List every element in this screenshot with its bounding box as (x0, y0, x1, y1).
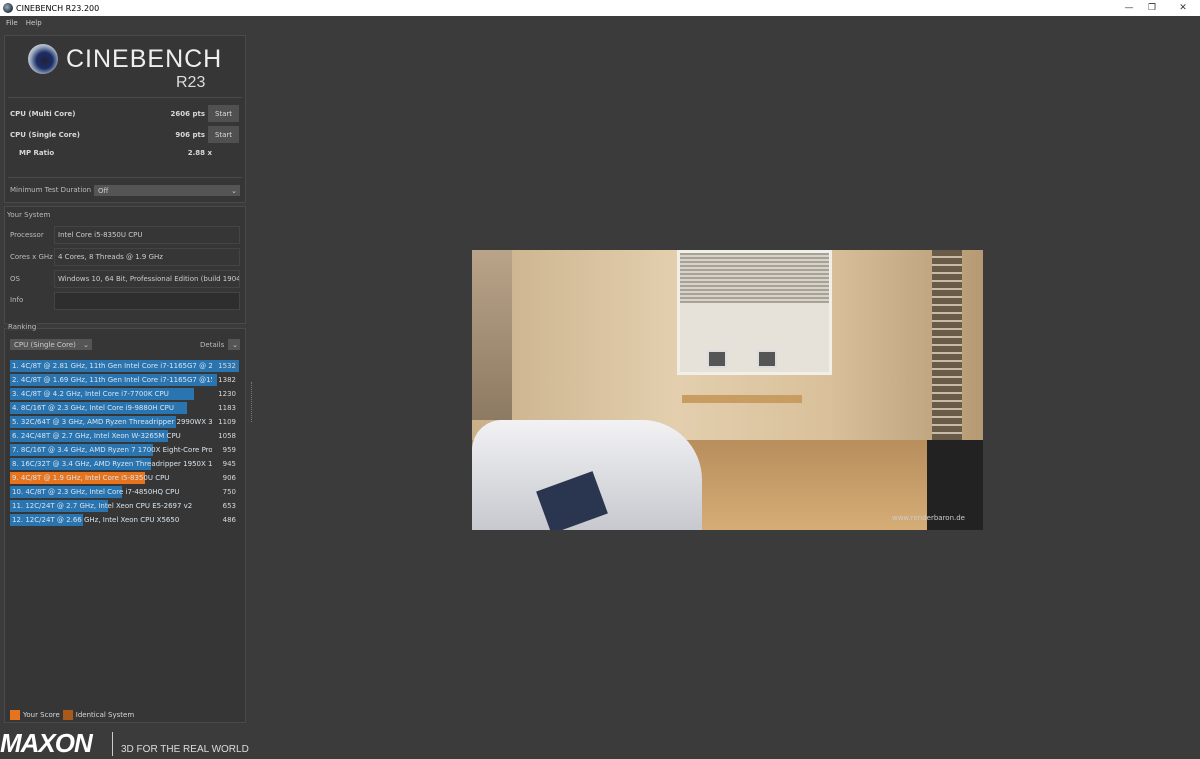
ranking-row[interactable]: 7. 8C/16T @ 3.4 GHz, AMD Ryzen 7 1700X E… (10, 444, 239, 456)
single-core-score: 906 pts (175, 131, 205, 139)
render-window-left (472, 250, 512, 420)
ranking-row[interactable]: 8. 16C/32T @ 3.4 GHz, AMD Ryzen Threadri… (10, 458, 239, 470)
ranking-score: 1058 (218, 432, 236, 440)
ranking-score: 486 (222, 516, 236, 524)
cores-label: Cores x GHz (10, 253, 53, 261)
ranking-label: 12. 12C/24T @ 2.66 GHz, Intel Xeon CPU X… (12, 516, 180, 524)
mp-ratio-value: 2.88 x (187, 149, 212, 157)
menu-file[interactable]: File (6, 19, 18, 27)
ranking-row[interactable]: 2. 4C/8T @ 1.69 GHz, 11th Gen Intel Core… (10, 374, 239, 386)
ranking-score: 1230 (218, 390, 236, 398)
ranking-mode-value: CPU (Single Core) (14, 340, 76, 349)
ranking-row[interactable]: 3. 4C/8T @ 4.2 GHz, Intel Core i7-7700K … (10, 388, 239, 400)
identical-system-swatch (62, 710, 73, 720)
chevron-down-icon: ⌄ (231, 186, 237, 195)
ranking-row[interactable]: 6. 24C/48T @ 2.7 GHz, Intel Xeon W-3265M… (10, 430, 239, 442)
ranking-score: 1532 (218, 362, 236, 370)
ranking-title: Ranking (7, 323, 38, 331)
ranking-label: 3. 4C/8T @ 4.2 GHz, Intel Core i7-7700K … (12, 390, 169, 398)
ranking-score: 750 (222, 488, 236, 496)
processor-label: Processor (10, 231, 44, 239)
ranking-label: 2. 4C/8T @ 1.69 GHz, 11th Gen Intel Core… (12, 376, 212, 384)
ranking-label: 10. 4C/8T @ 2.3 GHz, Intel Core i7-4850H… (12, 488, 180, 496)
title-bar: CINEBENCH R23.200 — ❐ ✕ (0, 0, 1200, 16)
info-field[interactable] (54, 292, 240, 310)
maximize-button[interactable]: ❐ (1135, 0, 1169, 16)
multi-core-score: 2606 pts (170, 110, 205, 118)
your-score-label: Your Score (23, 711, 60, 719)
ranking-row[interactable]: 12. 12C/24T @ 2.66 GHz, Intel Xeon CPU X… (10, 514, 239, 526)
ranking-label: 5. 32C/64T @ 3 GHz, AMD Ryzen Threadripp… (12, 418, 212, 426)
ranking-mode-select[interactable]: CPU (Single Core) ⌄ (10, 339, 92, 350)
ranking-score: 1109 (218, 418, 236, 426)
render-picture (757, 350, 777, 368)
render-shelf (932, 250, 962, 450)
render-viewport: www.renderbaron.de (472, 250, 983, 530)
cinema4d-sphere-icon (28, 44, 58, 74)
logo-text: CINEBENCH (66, 44, 223, 73)
render-table (682, 395, 802, 403)
window-title: CINEBENCH R23.200 (16, 3, 100, 13)
render-watermark: www.renderbaron.de (891, 514, 965, 522)
cores-field: 4 Cores, 8 Threads @ 1.9 GHz (54, 248, 240, 266)
your-score-swatch (10, 710, 20, 720)
cinebench-logo: CINEBENCH (28, 44, 222, 74)
ranking-score: 1183 (218, 404, 236, 412)
min-duration-label: Minimum Test Duration (10, 186, 92, 194)
ranking-row[interactable]: 11. 12C/24T @ 2.7 GHz, Intel Xeon CPU E5… (10, 500, 239, 512)
chevron-down-icon: ⌄ (83, 340, 89, 349)
multi-core-start-button[interactable]: Start (208, 105, 239, 122)
chevron-down-icon: ⌄ (232, 340, 238, 349)
ranking-row[interactable]: 5. 32C/64T @ 3 GHz, AMD Ryzen Threadripp… (10, 416, 239, 428)
ranking-label: 1. 4C/8T @ 2.81 GHz, 11th Gen Intel Core… (12, 362, 212, 370)
min-duration-value: Off (98, 186, 109, 195)
scrollbar[interactable] (251, 382, 252, 422)
menu-bar: File Help (0, 16, 1200, 30)
system-title: Your System (7, 211, 51, 219)
close-button[interactable]: ✕ (1166, 0, 1200, 16)
processor-field: Intel Core i5-8350U CPU (54, 226, 240, 244)
logo-version: R23 (176, 74, 206, 91)
render-window (677, 250, 832, 375)
maxon-tagline: 3D FOR THE REAL WORLD (121, 744, 249, 755)
ranking-label: 11. 12C/24T @ 2.7 GHz, Intel Xeon CPU E5… (12, 502, 193, 510)
ranking-row[interactable]: 9. 4C/8T @ 1.9 GHz, Intel Core i5-8350U … (10, 472, 239, 484)
min-duration-select[interactable]: Off ⌄ (94, 185, 240, 196)
maxon-logo: MAXON (0, 728, 93, 758)
multi-core-label: CPU (Multi Core) (10, 110, 76, 118)
ranking-score: 906 (222, 474, 236, 482)
ranking-row[interactable]: 10. 4C/8T @ 2.3 GHz, Intel Core i7-4850H… (10, 486, 239, 498)
details-toggle[interactable]: ⌄ (228, 339, 240, 350)
ranking-label: 9. 4C/8T @ 1.9 GHz, Intel Core i5-8350U … (12, 474, 170, 482)
ranking-score: 653 (222, 502, 236, 510)
menu-help[interactable]: Help (26, 19, 42, 27)
render-picture (707, 350, 727, 368)
ranking-label: 6. 24C/48T @ 2.7 GHz, Intel Xeon W-3265M… (12, 432, 181, 440)
single-core-start-button[interactable]: Start (208, 126, 239, 143)
ranking-label: 7. 8C/16T @ 3.4 GHz, AMD Ryzen 7 1700X E… (12, 446, 212, 454)
ranking-row[interactable]: 1. 4C/8T @ 2.81 GHz, 11th Gen Intel Core… (10, 360, 239, 372)
mp-ratio-label: MP Ratio (19, 149, 55, 157)
os-label: OS (10, 275, 20, 283)
ranking-score: 1382 (218, 376, 236, 384)
ranking-score: 945 (222, 460, 236, 468)
single-core-label: CPU (Single Core) (10, 131, 80, 139)
ranking-label: 8. 16C/32T @ 3.4 GHz, AMD Ryzen Threadri… (12, 460, 212, 468)
identical-system-label: Identical System (75, 711, 135, 719)
ranking-legend: Your Score Identical System (10, 710, 134, 720)
details-label: Details (200, 341, 225, 349)
ranking-score: 959 (222, 446, 236, 454)
os-field: Windows 10, 64 Bit, Professional Edition… (54, 270, 240, 288)
ranking-label: 4. 8C/16T @ 2.3 GHz, Intel Core i9-9880H… (12, 404, 175, 412)
app-icon (3, 3, 13, 13)
ranking-row[interactable]: 4. 8C/16T @ 2.3 GHz, Intel Core i9-9880H… (10, 402, 239, 414)
info-label: Info (10, 296, 24, 304)
